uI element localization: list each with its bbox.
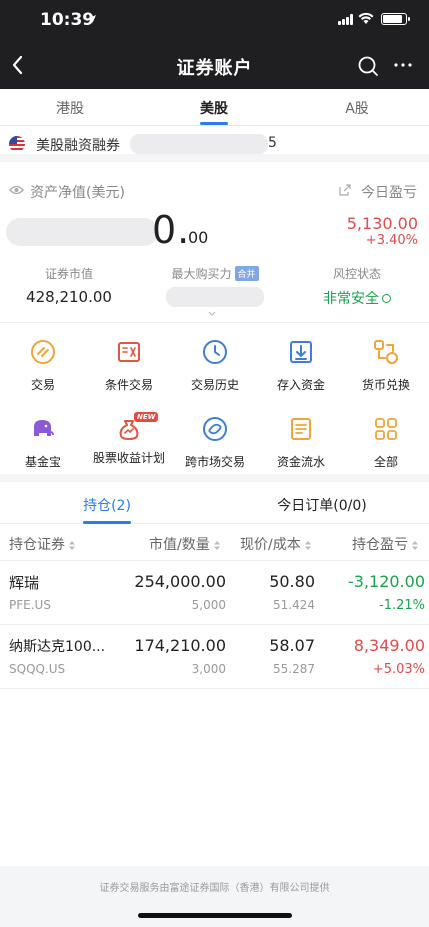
asset-summary: 资产净值(美元) 今日盈亏 0. 00 5,130.00 +3.40% 证券市值… (0, 170, 429, 322)
holdings-tabs: 持仓(2) 今日订单(0/0) (0, 490, 429, 524)
active-tab-underline (200, 122, 228, 125)
merge-badge: 合并 (234, 266, 259, 281)
battery-icon (381, 13, 410, 25)
header-position-pl[interactable]: 持仓盈亏 (352, 534, 418, 554)
security-name: 辉瑞 (9, 574, 40, 592)
func-trade[interactable]: 交易 (0, 339, 86, 393)
buying-power-label: 最大购买力 (171, 267, 232, 281)
cost-price: 51.424 (273, 598, 315, 612)
share-icon[interactable] (339, 184, 351, 196)
security-code: SQQQ.US (9, 662, 66, 676)
today-pl-percent: +3.40% (365, 233, 418, 248)
tab-today-orders[interactable]: 今日订单(0/0) (262, 495, 382, 515)
cellular-signal-icon (338, 14, 355, 25)
quantity: 5,000 (191, 598, 226, 612)
market-value: 428,210.00 (26, 288, 112, 306)
wifi-icon (358, 12, 374, 24)
risk-info-icon (382, 294, 391, 303)
risk-status-value: 非常安全 (323, 291, 379, 307)
func-deposit[interactable]: 存入资金 (258, 339, 344, 393)
market-value: 174,210.00 (134, 636, 226, 655)
func-fund[interactable]: 基金宝 (0, 416, 86, 470)
market-value-label: 证券市值 (44, 267, 93, 281)
net-value-decimal: 00 (188, 228, 209, 247)
func-currency-exchange[interactable]: 货币兑换 (343, 339, 429, 393)
footer: 证券交易服务由富途证券国际（香港）有限公司提供 (0, 866, 429, 927)
cash-flow-icon (291, 418, 311, 440)
position-pl: -3,120.00 (347, 572, 425, 591)
deposit-icon (290, 341, 312, 363)
new-badge: NEW (134, 412, 159, 422)
sort-icon (304, 541, 311, 550)
func-all[interactable]: 全部 (343, 416, 429, 470)
header-price-cost[interactable]: 现价/成本 (240, 534, 311, 554)
conditional-trade-icon (118, 342, 140, 362)
positions-table-header: 持仓证券 市值/数量 现价/成本 持仓盈亏 (0, 525, 429, 561)
history-clock-icon (203, 340, 227, 364)
more-options-icon[interactable] (392, 54, 414, 76)
quantity: 3,000 (191, 662, 226, 676)
func-conditional-trade[interactable]: 条件交易 (86, 339, 172, 393)
func-trade-history[interactable]: 交易历史 (172, 339, 258, 393)
app-header: 10:39 证券账户 (0, 0, 429, 89)
current-price: 58.07 (269, 636, 315, 655)
expand-chevron-icon[interactable] (208, 311, 216, 317)
sort-icon (69, 541, 75, 550)
account-number-suffix: 5 (268, 135, 277, 151)
grid-all-icon (375, 418, 397, 440)
current-price: 50.80 (269, 572, 315, 591)
tab-a-shares[interactable]: A股 (317, 98, 397, 118)
masked-net-value (6, 218, 158, 246)
table-row[interactable]: 纳斯达克100... SQQQ.US 174,210.00 3,000 58.0… (0, 626, 429, 689)
market-value-metric: 证券市值 428,210.00 (26, 265, 112, 306)
status-time: 10:39 (40, 10, 95, 30)
market-tabs: 港股 美股 A股 (0, 89, 429, 126)
masked-buying-power (166, 287, 264, 307)
position-pl-percent: -1.21% (379, 598, 425, 613)
search-icon[interactable] (356, 54, 380, 78)
header-security[interactable]: 持仓证券 (9, 534, 75, 554)
net-value: 0. (152, 208, 191, 252)
tab-positions[interactable]: 持仓(2) (64, 495, 150, 515)
account-name: 美股融资融券 (36, 138, 120, 154)
func-stock-yield-plan[interactable]: NEW 股票收益计划 (86, 412, 172, 466)
tab-hk-stocks[interactable]: 港股 (30, 98, 110, 118)
sort-icon (213, 541, 220, 550)
security-code: PFE.US (9, 598, 51, 612)
buying-power-metric[interactable]: 最大购买力 合并 (160, 265, 270, 307)
elephant-fund-icon (34, 420, 54, 436)
home-indicator[interactable] (138, 913, 292, 918)
masked-account-number (130, 134, 268, 154)
net-asset-label: 资产净值(美元) (30, 185, 125, 201)
today-pl-amount: 5,130.00 (346, 214, 418, 233)
position-pl: 8,349.00 (353, 636, 425, 655)
func-cash-flow[interactable]: 资金流水 (258, 416, 344, 470)
cost-price: 55.287 (273, 662, 315, 676)
active-tab-underline (83, 521, 131, 524)
security-name: 纳斯达克100... (9, 639, 106, 655)
cross-market-icon (203, 417, 227, 441)
risk-status-metric[interactable]: 风控状态 非常安全 (312, 265, 402, 308)
function-grid: 交易 条件交易 交易历史 存入资金 货币兑换 基金宝 NEW 股票收益计划 跨市… (0, 322, 429, 482)
risk-status-label: 风控状态 (332, 267, 381, 281)
today-pl-label: 今日盈亏 (361, 185, 417, 201)
func-cross-market-trade[interactable]: 跨市场交易 (172, 416, 258, 470)
account-selector[interactable]: 美股融资融券 5 (0, 126, 429, 162)
header-market-value[interactable]: 市值/数量 (149, 534, 220, 554)
us-flag-icon (9, 136, 25, 152)
sort-icon (412, 541, 418, 550)
location-arrow-icon (88, 15, 96, 23)
currency-exchange-icon (374, 340, 398, 364)
tab-us-stocks[interactable]: 美股 (174, 98, 254, 118)
nav-bar: 证券账户 (0, 42, 429, 89)
status-bar: 10:39 (0, 0, 429, 42)
trade-icon (31, 340, 55, 364)
position-pl-percent: +5.03% (372, 662, 425, 677)
service-disclaimer: 证券交易服务由富途证券国际（香港）有限公司提供 (99, 883, 330, 894)
market-value: 254,000.00 (134, 572, 226, 591)
table-row[interactable]: 辉瑞 PFE.US 254,000.00 5,000 50.80 51.424 … (0, 562, 429, 625)
eye-visibility-icon[interactable] (9, 184, 24, 196)
